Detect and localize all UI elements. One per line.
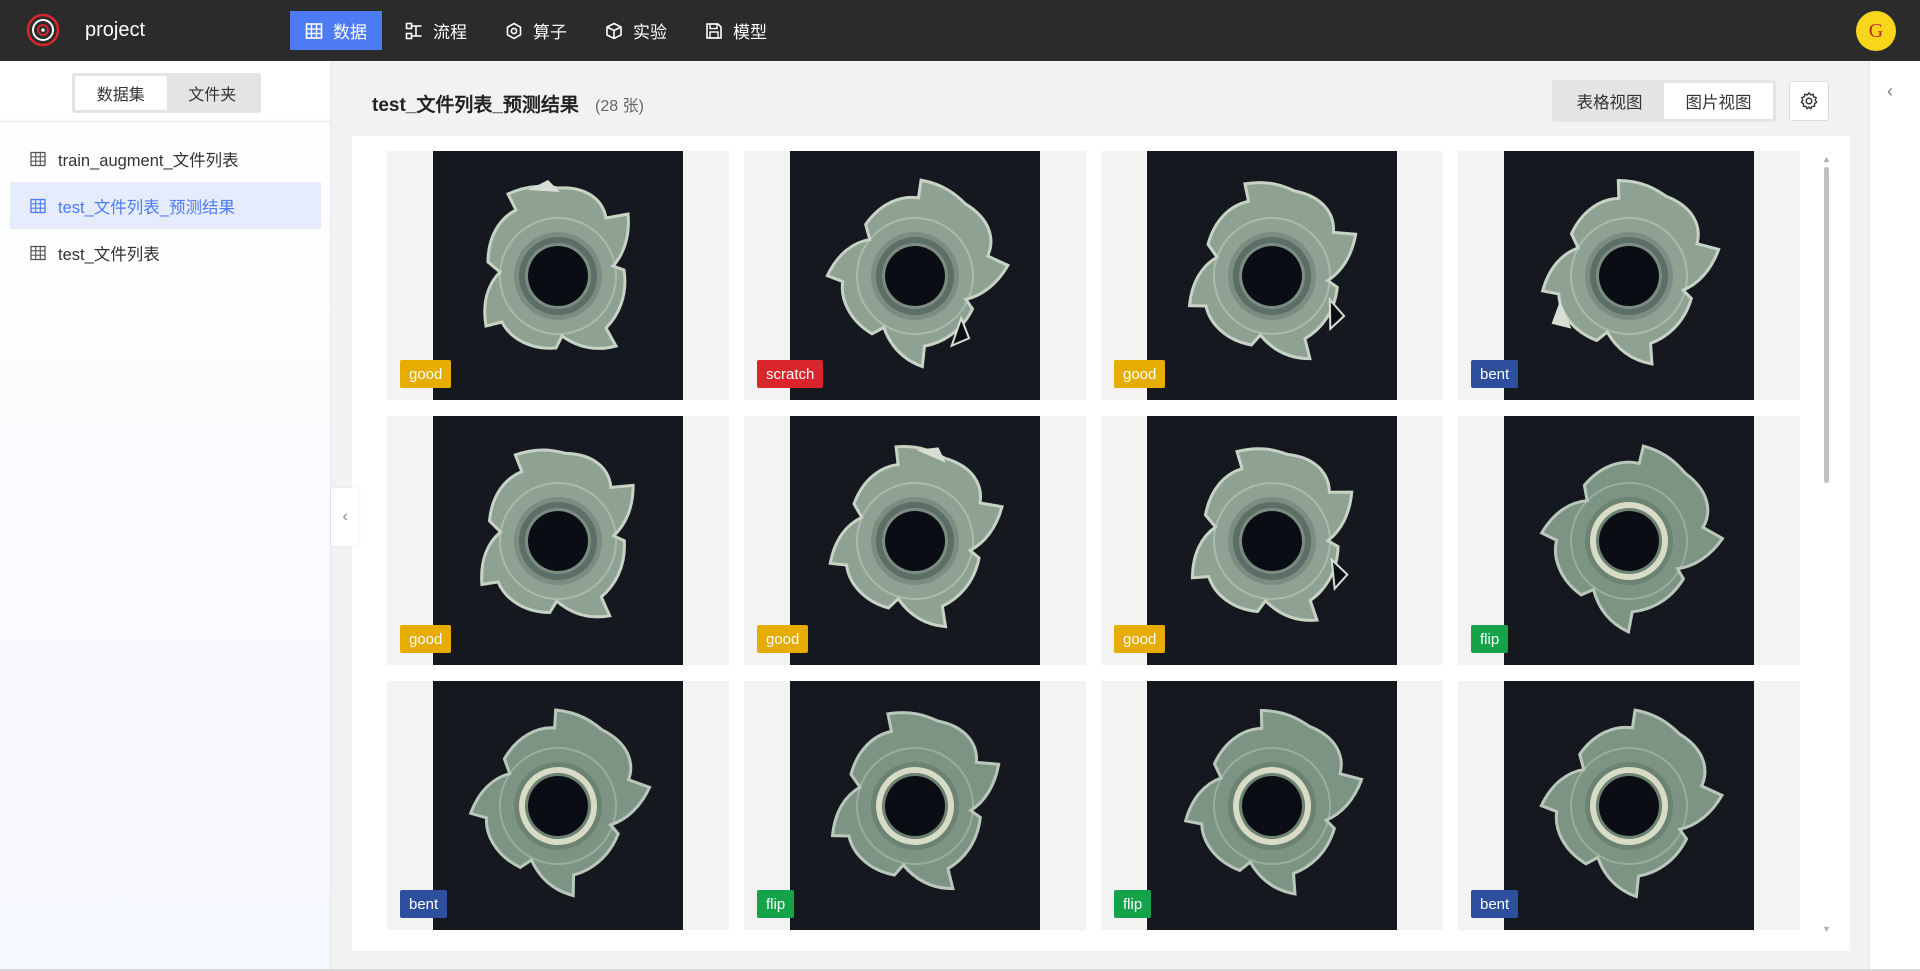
save-icon bbox=[706, 22, 722, 39]
prediction-label-badge: good bbox=[1114, 360, 1166, 388]
nav-item-label: 数据 bbox=[333, 23, 367, 42]
image-thumbnail bbox=[433, 416, 683, 665]
prediction-label-badge: flip bbox=[1114, 890, 1152, 918]
dataset-item[interactable]: train_augment_文件列表 bbox=[10, 135, 321, 182]
nav-item-operators[interactable]: 算子 bbox=[490, 11, 582, 50]
nav-item-experiments[interactable]: 实验 bbox=[590, 11, 682, 50]
image-thumbnail bbox=[790, 416, 1040, 665]
chevron-left-icon: ‹ bbox=[1887, 81, 1893, 101]
table-icon bbox=[305, 22, 323, 39]
table-view-button[interactable]: 表格视图 bbox=[1555, 83, 1664, 119]
prediction-label-badge: flip bbox=[757, 890, 795, 918]
image-card[interactable]: flip bbox=[1458, 416, 1800, 665]
prediction-label-badge: flip bbox=[1471, 625, 1509, 653]
image-thumbnail bbox=[433, 151, 683, 400]
cube-icon bbox=[606, 22, 622, 39]
image-thumbnail bbox=[1504, 681, 1754, 930]
sidebar: 数据集 文件夹 train_augment_文件列表 test_文件列表_预测结… bbox=[0, 61, 331, 971]
image-card[interactable]: bent bbox=[1458, 681, 1800, 930]
tab-folders[interactable]: 文件夹 bbox=[167, 76, 259, 110]
nav-item-label: 算子 bbox=[533, 23, 567, 42]
scroll-up-arrow[interactable]: ▲ bbox=[1822, 155, 1831, 164]
table-icon bbox=[30, 245, 46, 260]
dataset-item-label: test_文件列表_预测结果 bbox=[58, 198, 235, 217]
image-card[interactable]: good bbox=[387, 151, 729, 400]
dataset-item[interactable]: test_文件列表_预测结果 bbox=[10, 182, 321, 229]
image-thumbnail bbox=[790, 681, 1040, 930]
image-card[interactable]: good bbox=[1101, 151, 1443, 400]
main-nav: 数据 流程 算子 实验 模型 bbox=[290, 11, 790, 50]
image-card[interactable]: good bbox=[1101, 416, 1443, 665]
image-thumbnail bbox=[1147, 681, 1397, 930]
table-icon bbox=[30, 198, 46, 213]
prediction-label-badge: bent bbox=[1471, 890, 1519, 918]
image-card[interactable]: bent bbox=[1458, 151, 1800, 400]
collapse-sidebar-button[interactable]: ‹ bbox=[331, 488, 359, 546]
image-thumbnail bbox=[1147, 151, 1397, 400]
image-card[interactable]: bent bbox=[387, 681, 729, 930]
nav-item-models[interactable]: 模型 bbox=[690, 11, 782, 50]
image-card[interactable]: flip bbox=[744, 681, 1086, 930]
tab-datasets[interactable]: 数据集 bbox=[75, 76, 167, 110]
image-card[interactable]: scratch bbox=[744, 151, 1086, 400]
prediction-label-badge: good bbox=[1114, 625, 1166, 653]
hexagon-icon bbox=[506, 22, 522, 39]
scroll-thumb[interactable] bbox=[1824, 167, 1829, 483]
dataset-list: train_augment_文件列表 test_文件列表_预测结果 test_文… bbox=[10, 135, 321, 276]
prediction-label-badge: good bbox=[400, 625, 452, 653]
image-card[interactable]: good bbox=[744, 416, 1086, 665]
prediction-label-badge: good bbox=[757, 625, 809, 653]
image-card[interactable]: good bbox=[387, 416, 729, 665]
image-thumbnail bbox=[1504, 151, 1754, 400]
chevron-left-icon: ‹ bbox=[342, 508, 348, 525]
expand-right-panel-button[interactable]: ‹ bbox=[1887, 81, 1893, 102]
project-name[interactable]: project bbox=[85, 19, 145, 42]
nav-item-flow[interactable]: 流程 bbox=[390, 11, 482, 50]
divider bbox=[0, 121, 331, 122]
image-count: (28 张) bbox=[595, 98, 644, 115]
image-thumbnail bbox=[1504, 416, 1754, 665]
table-icon bbox=[30, 151, 46, 166]
image-gallery: good scratch good bent good good good flip bent f… bbox=[352, 136, 1850, 951]
avatar[interactable]: G bbox=[1856, 11, 1896, 51]
logo-icon bbox=[26, 13, 60, 47]
nav-item-label: 模型 bbox=[733, 23, 767, 42]
image-thumbnail bbox=[790, 151, 1040, 400]
nav-item-label: 流程 bbox=[433, 23, 467, 42]
prediction-label-badge: good bbox=[400, 360, 452, 388]
right-panel: ‹ bbox=[1869, 61, 1920, 971]
view-switch: 表格视图 图片视图 bbox=[1552, 80, 1776, 122]
prediction-label-badge: scratch bbox=[757, 360, 824, 388]
image-view-button[interactable]: 图片视图 bbox=[1664, 83, 1773, 119]
top-navigation-bar: project 数据 流程 算子 实验 模型 G bbox=[0, 0, 1920, 61]
nav-item-label: 实验 bbox=[633, 23, 667, 42]
prediction-label-badge: bent bbox=[1471, 360, 1519, 388]
image-grid: good scratch good bent good good good flip bent f… bbox=[387, 151, 1820, 930]
nav-item-data[interactable]: 数据 bbox=[290, 11, 382, 50]
flow-icon bbox=[405, 22, 422, 39]
image-card[interactable]: flip bbox=[1101, 681, 1443, 930]
image-thumbnail bbox=[433, 681, 683, 930]
image-thumbnail bbox=[1147, 416, 1397, 665]
scroll-down-arrow[interactable]: ▼ bbox=[1822, 925, 1831, 934]
dataset-item[interactable]: test_文件列表 bbox=[10, 229, 321, 276]
settings-button[interactable] bbox=[1789, 81, 1829, 121]
dataset-item-label: train_augment_文件列表 bbox=[58, 151, 239, 170]
prediction-label-badge: bent bbox=[400, 890, 448, 918]
gallery-scrollbar[interactable]: ▲ ▼ bbox=[1822, 155, 1831, 935]
gear-icon bbox=[1800, 92, 1818, 110]
dataset-item-label: test_文件列表 bbox=[58, 245, 160, 264]
source-switch: 数据集 文件夹 bbox=[72, 73, 261, 113]
page-title: test_文件列表_预测结果 bbox=[372, 95, 579, 116]
